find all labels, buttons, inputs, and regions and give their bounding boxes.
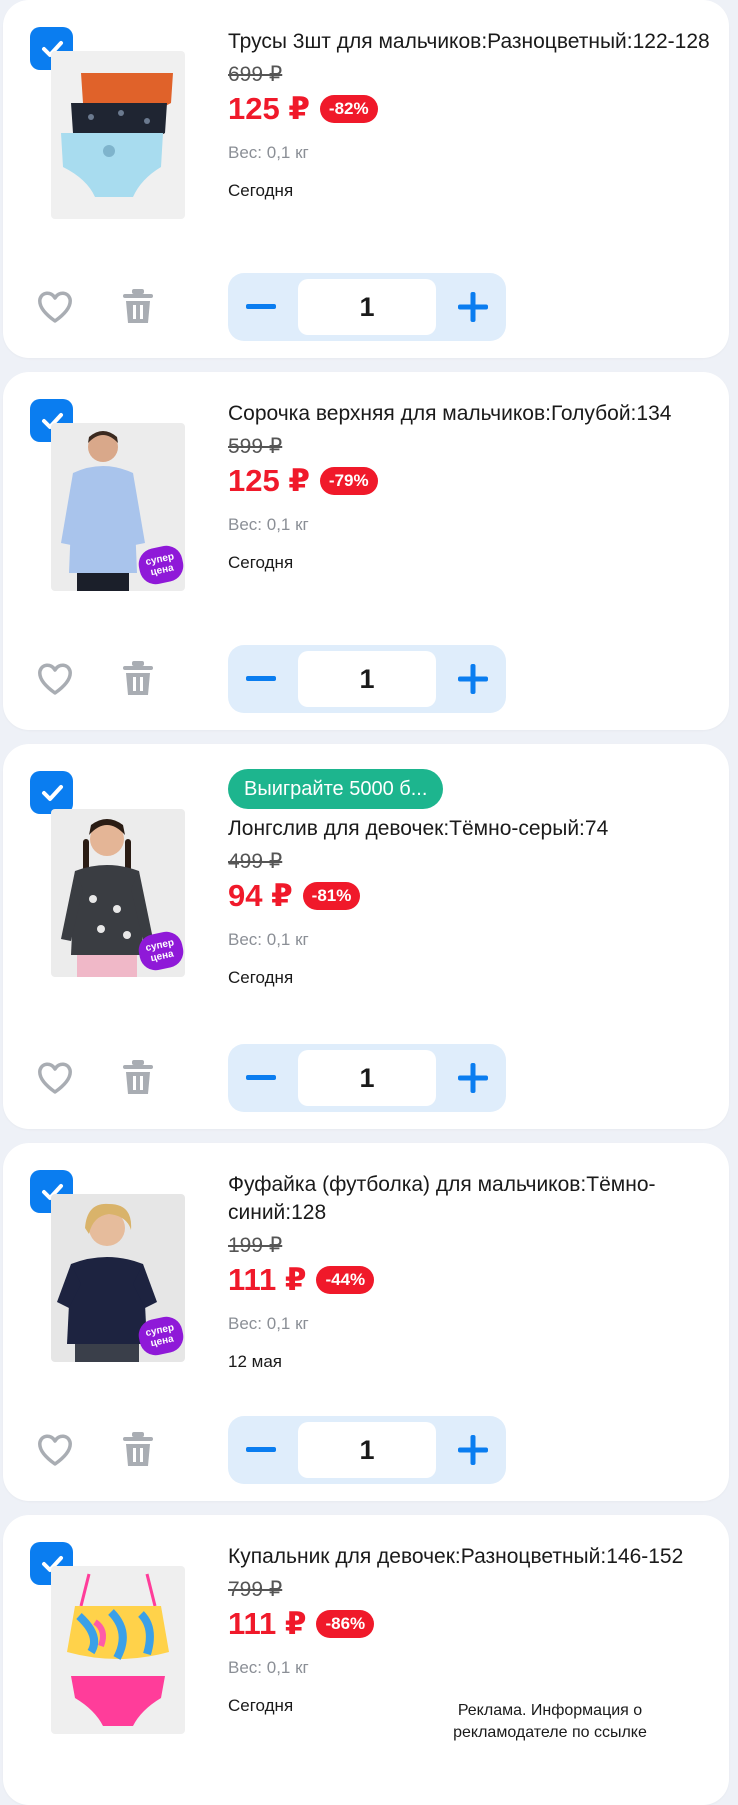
old-price: 799 ₽ — [228, 1578, 283, 1601]
old-price: 699 ₽ — [228, 63, 283, 86]
product-image[interactable] — [51, 1566, 185, 1734]
heart-icon[interactable] — [37, 662, 73, 696]
weight-label: Вес: 0,1 кг — [228, 1314, 309, 1333]
ad-disclaimer[interactable]: Реклама. Информация о рекламодателе по с… — [400, 1700, 700, 1744]
cart-item: супер цена Выиграйте 5000 б... Лонгслив … — [3, 744, 729, 1129]
cart-item: супер цена Сорочка верхняя для мальчиков… — [3, 372, 729, 730]
quantity-input[interactable]: 1 — [298, 651, 436, 707]
product-image[interactable] — [51, 51, 185, 219]
discount-badge: -79% — [319, 467, 378, 495]
quantity-input[interactable]: 1 — [298, 279, 436, 335]
price: 94 ₽ — [228, 878, 293, 913]
product-title[interactable]: Сорочка верхняя для мальчиков:Голубой:13… — [228, 400, 715, 428]
minus-icon[interactable] — [228, 273, 294, 341]
price: 125 ₽ — [228, 463, 310, 498]
trash-icon[interactable] — [121, 1432, 155, 1468]
product-image[interactable]: супер цена — [51, 809, 185, 977]
quantity-input[interactable]: 1 — [298, 1422, 436, 1478]
trash-icon[interactable] — [121, 661, 155, 697]
price: 111 ₽ — [228, 1606, 307, 1641]
discount-badge: -86% — [316, 1610, 375, 1638]
plus-icon[interactable] — [440, 645, 506, 713]
delivery-date: Сегодня — [228, 553, 294, 572]
weight-label: Вес: 0,1 кг — [228, 930, 309, 949]
quantity-stepper: 1 — [228, 645, 506, 713]
quantity-stepper: 1 — [228, 1044, 506, 1112]
discount-badge: -44% — [316, 1266, 375, 1294]
weight-label: Вес: 0,1 кг — [228, 1658, 309, 1677]
trash-icon[interactable] — [121, 1060, 155, 1096]
product-title[interactable]: Фуфайка (футболка) для мальчиков:Тёмно-с… — [228, 1171, 715, 1227]
product-title[interactable]: Трусы 3шт для мальчиков:Разноцветный:122… — [228, 28, 715, 56]
heart-icon[interactable] — [37, 290, 73, 324]
product-info: Фуфайка (футболка) для мальчиков:Тёмно-с… — [228, 1171, 715, 1373]
promo-badge[interactable]: Выиграйте 5000 б... — [228, 769, 444, 809]
weight-label: Вес: 0,1 кг — [228, 143, 309, 162]
quantity-stepper: 1 — [228, 1416, 506, 1484]
quantity-input[interactable]: 1 — [298, 1050, 436, 1106]
delivery-date: Сегодня — [228, 968, 294, 987]
heart-icon[interactable] — [37, 1061, 73, 1095]
product-image[interactable]: супер цена — [51, 1194, 185, 1362]
product-info: Трусы 3шт для мальчиков:Разноцветный:122… — [228, 28, 715, 202]
plus-icon[interactable] — [440, 1044, 506, 1112]
cart-item: Трусы 3шт для мальчиков:Разноцветный:122… — [3, 0, 729, 358]
delivery-date: Сегодня — [228, 181, 294, 200]
weight-label: Вес: 0,1 кг — [228, 515, 309, 534]
product-info: Сорочка верхняя для мальчиков:Голубой:13… — [228, 400, 715, 574]
checkbox-checked-icon[interactable] — [30, 771, 73, 814]
product-title[interactable]: Купальник для девочек:Разноцветный:146-1… — [228, 1543, 715, 1571]
price: 111 ₽ — [228, 1262, 307, 1297]
plus-icon[interactable] — [440, 273, 506, 341]
minus-icon[interactable] — [228, 645, 294, 713]
plus-icon[interactable] — [440, 1416, 506, 1484]
heart-icon[interactable] — [37, 1433, 73, 1467]
quantity-stepper: 1 — [228, 273, 506, 341]
price: 125 ₽ — [228, 91, 310, 126]
product-info: Купальник для девочек:Разноцветный:146-1… — [228, 1543, 715, 1717]
product-info: Выиграйте 5000 б... Лонгслив для девочек… — [228, 769, 715, 989]
discount-badge: -82% — [319, 95, 378, 123]
cart-item: супер цена Фуфайка (футболка) для мальчи… — [3, 1143, 729, 1501]
cart-item: Купальник для девочек:Разноцветный:146-1… — [3, 1515, 729, 1805]
delivery-date: 12 мая — [228, 1352, 282, 1371]
old-price: 599 ₽ — [228, 435, 283, 458]
product-title[interactable]: Лонгслив для девочек:Тёмно-серый:74 — [228, 815, 715, 843]
old-price: 499 ₽ — [228, 850, 283, 873]
product-image[interactable]: супер цена — [51, 423, 185, 591]
minus-icon[interactable] — [228, 1416, 294, 1484]
discount-badge: -81% — [302, 882, 361, 910]
trash-icon[interactable] — [121, 289, 155, 325]
old-price: 199 ₽ — [228, 1234, 283, 1257]
minus-icon[interactable] — [228, 1044, 294, 1112]
